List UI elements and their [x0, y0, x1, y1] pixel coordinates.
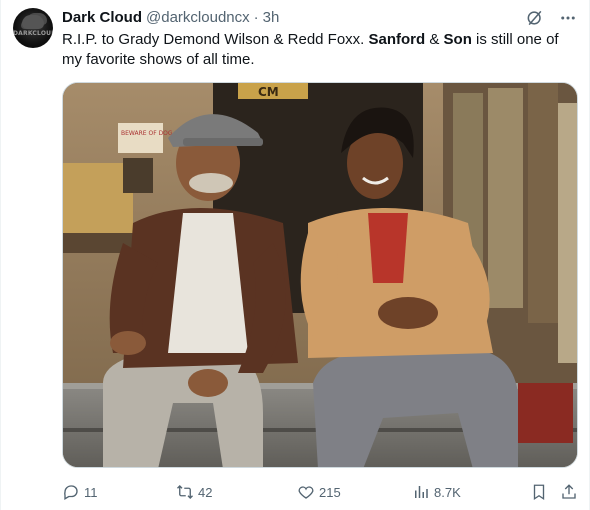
- share-icon: [560, 483, 578, 501]
- tweet[interactable]: DARKCLOUDNC Dark Cloud @darkcloudncx · 3…: [0, 0, 590, 510]
- grok-icon[interactable]: [525, 8, 545, 28]
- tweet-photo[interactable]: CM BEWARE OF DOG: [62, 82, 578, 468]
- tweet-actions: 11 42 215 8.7K: [62, 480, 577, 504]
- tweet-text-bold: Son: [443, 31, 472, 48]
- like-count: 215: [319, 484, 341, 500]
- photo-sign-top: CM: [258, 85, 279, 99]
- tweet-text-part: &: [425, 31, 444, 48]
- photo-sign-beware: BEWARE OF DOG: [121, 130, 173, 137]
- tweet-text: R.I.P. to Grady Demond Wilson & Redd Fox…: [62, 30, 572, 70]
- bookmark-button[interactable]: [530, 483, 548, 501]
- tweet-text-part: R.I.P. to Grady Demond Wilson & Redd Fox…: [62, 31, 369, 48]
- tweet-text-bold: Sanford: [368, 31, 426, 48]
- avatar-logo-text: DARKCLOUDNC: [13, 30, 53, 37]
- reply-button[interactable]: 11: [62, 483, 98, 501]
- photo-scene: CM BEWARE OF DOG: [63, 83, 577, 467]
- avatar-cloud-logo: [22, 15, 44, 29]
- separator-dot: ·: [253, 9, 259, 26]
- views-button[interactable]: 8.7K: [412, 483, 461, 501]
- author-handle[interactable]: @darkcloudncx: [146, 8, 250, 28]
- repost-button[interactable]: 42: [176, 483, 212, 501]
- tweet-header: Dark Cloud @darkcloudncx · 3h: [62, 8, 577, 28]
- reply-icon: [62, 483, 80, 501]
- timestamp[interactable]: 3h: [263, 8, 280, 28]
- avatar[interactable]: DARKCLOUDNC: [13, 8, 53, 48]
- heart-icon: [297, 483, 315, 501]
- more-icon[interactable]: [559, 9, 577, 27]
- views-icon: [412, 483, 430, 501]
- repost-icon: [176, 483, 194, 501]
- views-count: 8.7K: [434, 484, 461, 500]
- like-button[interactable]: 215: [297, 483, 341, 501]
- share-button[interactable]: [560, 483, 578, 501]
- repost-count: 42: [198, 484, 213, 500]
- author-name[interactable]: Dark Cloud: [62, 8, 142, 28]
- reply-count: 11: [84, 484, 98, 500]
- bookmark-icon: [530, 483, 548, 501]
